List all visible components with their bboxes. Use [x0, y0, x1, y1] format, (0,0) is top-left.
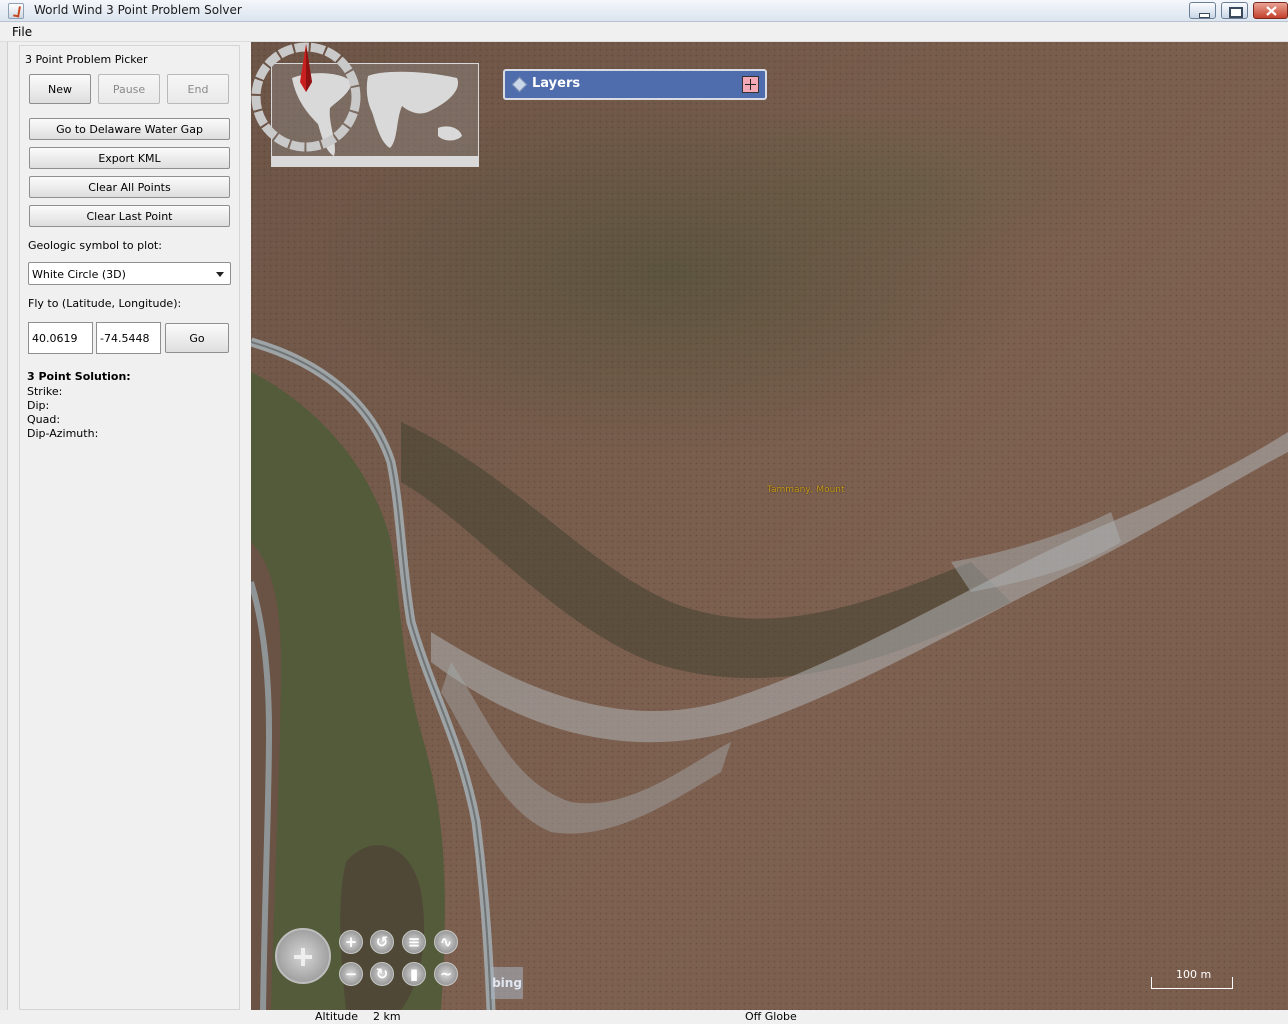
geologic-symbol-value: White Circle (3D): [32, 268, 126, 281]
window-title: World Wind 3 Point Problem Solver: [34, 3, 242, 17]
rotate-left-icon[interactable]: ↺: [370, 930, 394, 954]
zoom-out-icon[interactable]: −: [339, 962, 363, 986]
fly-to-label: Fly to (Latitude, Longitude):: [28, 297, 182, 310]
panel-title: 3 Point Problem Picker: [25, 53, 148, 66]
solution-title: 3 Point Solution:: [27, 370, 131, 383]
pan-cross-vertical: [301, 948, 305, 966]
geologic-symbol-label: Geologic symbol to plot:: [28, 239, 162, 252]
pan-control[interactable]: [275, 928, 331, 984]
close-button[interactable]: [1253, 2, 1288, 19]
menu-file[interactable]: File: [12, 25, 32, 39]
status-bar: Altitude 2 km Off Globe: [0, 1010, 1288, 1024]
geologic-symbol-select[interactable]: White Circle (3D): [28, 262, 231, 285]
dip-azimuth-label: Dip-Azimuth:: [27, 427, 99, 440]
compass-icon[interactable]: [251, 42, 361, 152]
layers-title: Layers: [532, 76, 581, 91]
title-bar: World Wind 3 Point Problem Solver: [0, 0, 1288, 22]
export-kml-button[interactable]: Export KML: [29, 147, 230, 169]
altitude-value: 2 km: [373, 1010, 401, 1023]
latitude-input[interactable]: [28, 322, 93, 354]
go-button[interactable]: Go: [165, 323, 229, 353]
bing-logo: bing: [491, 967, 523, 999]
vertical-exaggeration-down-icon[interactable]: ~: [434, 962, 458, 986]
altitude-label: Altitude: [315, 1010, 358, 1023]
go-to-delaware-water-gap-button[interactable]: Go to Delaware Water Gap: [29, 118, 230, 140]
splitter-strip[interactable]: [0, 42, 8, 1012]
minimize-button[interactable]: [1189, 2, 1216, 19]
maximize-button[interactable]: [1221, 2, 1248, 19]
layers-panel-header[interactable]: Layers: [503, 69, 767, 100]
vertical-exaggeration-up-icon[interactable]: ∿: [434, 930, 458, 954]
java-app-icon: [8, 3, 24, 19]
expand-plus-icon[interactable]: [742, 76, 759, 93]
scale-label: 100 m: [1176, 968, 1212, 981]
quad-label: Quad:: [27, 413, 61, 426]
menu-bar: File: [0, 22, 1288, 42]
new-button[interactable]: New: [29, 74, 91, 104]
scale-bar: 100 m: [1151, 968, 1233, 989]
tilt-down-icon[interactable]: ▮: [402, 962, 426, 986]
end-button[interactable]: End: [167, 74, 229, 104]
close-icon: [1266, 6, 1277, 16]
rotate-right-icon[interactable]: ↻: [370, 962, 394, 986]
longitude-input[interactable]: [96, 322, 161, 354]
satellite-imagery: [251, 42, 1288, 1010]
position-readout: Off Globe: [745, 1010, 797, 1023]
tilt-up-icon[interactable]: ≡: [402, 930, 426, 954]
zoom-in-icon[interactable]: +: [339, 930, 363, 954]
clear-last-point-button[interactable]: Clear Last Point: [29, 205, 230, 227]
strike-label: Strike:: [27, 385, 63, 398]
layers-icon: [511, 76, 528, 93]
dip-label: Dip:: [27, 399, 50, 412]
clear-all-points-button[interactable]: Clear All Points: [29, 176, 230, 198]
globe-map-view[interactable]: Layers Tammany, Mount + − ↺ ↻ ≡ ▮ ∿ ~ bi…: [251, 42, 1288, 1010]
chevron-down-icon: [216, 272, 224, 277]
place-label-tammany: Tammany, Mount: [767, 485, 845, 495]
pause-button[interactable]: Pause: [98, 74, 160, 104]
